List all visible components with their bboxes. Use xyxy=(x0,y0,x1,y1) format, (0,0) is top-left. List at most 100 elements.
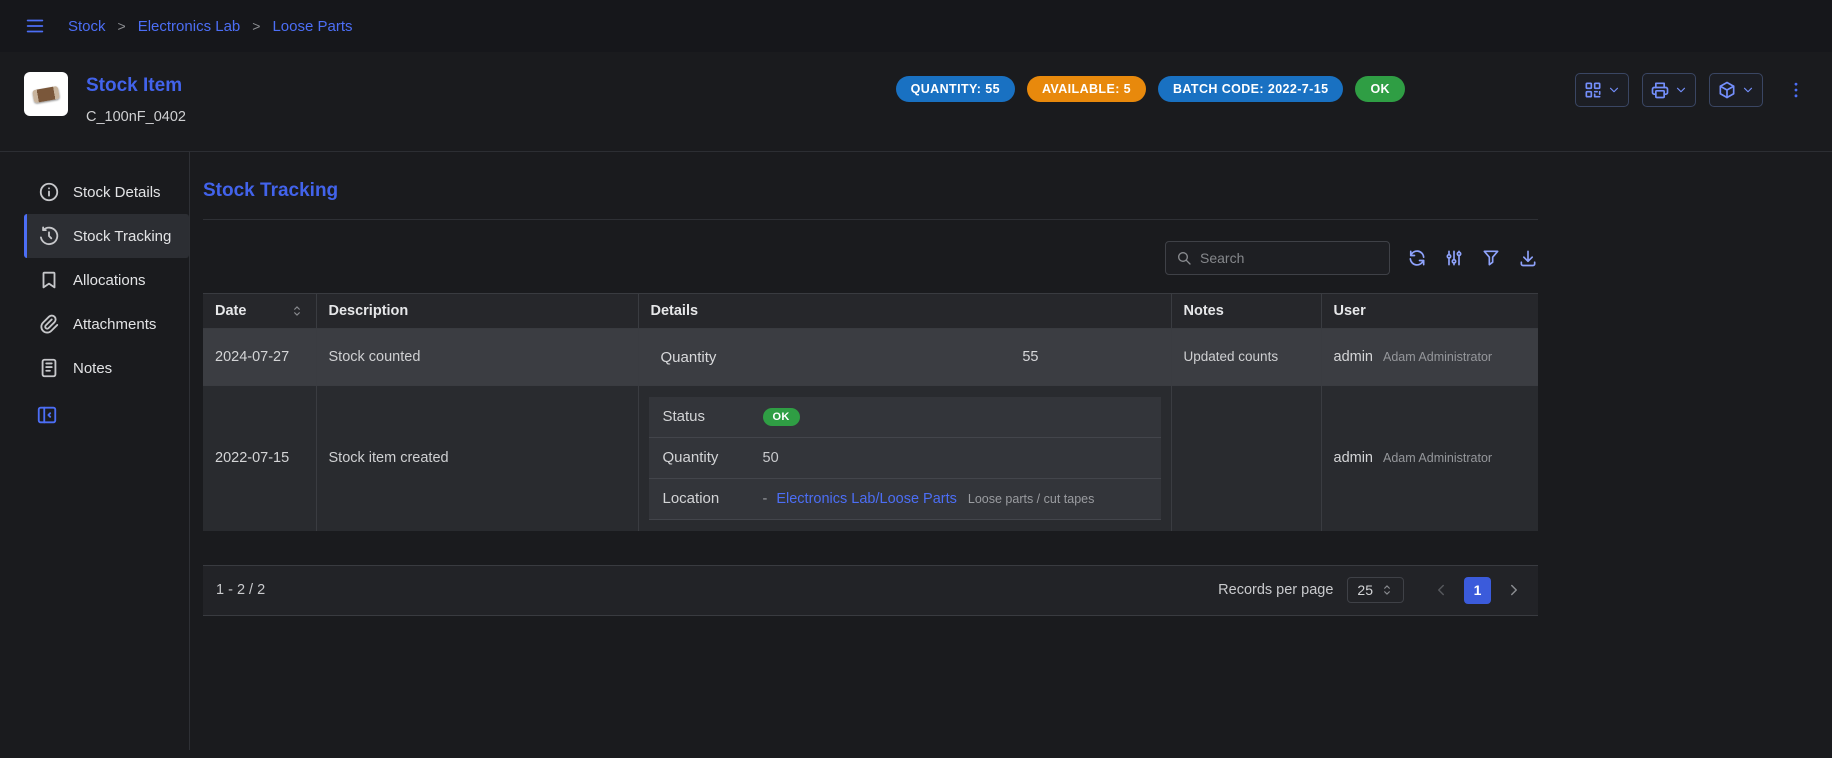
status-ok-badge: OK xyxy=(1355,76,1405,102)
user-full-name: Adam Administrator xyxy=(1383,350,1492,364)
topbar: Stock > Electronics Lab > Loose Parts xyxy=(0,0,1832,52)
content: Stock Details Stock Tracking Allocations… xyxy=(0,152,1832,750)
column-header-date[interactable]: Date xyxy=(203,294,316,329)
stock-operations-button[interactable] xyxy=(1709,73,1763,107)
chevron-down-icon xyxy=(1607,83,1621,97)
main-panel: Stock Tracking xyxy=(203,152,1538,750)
adjustments-icon xyxy=(1444,248,1464,268)
records-per-page-value: 25 xyxy=(1357,582,1373,598)
sidebar-item-allocations[interactable]: Allocations xyxy=(24,258,189,302)
download-button[interactable] xyxy=(1518,248,1538,268)
page-header: Stock Item C_100nF_0402 QUANTITY: 55 AVA… xyxy=(0,52,1832,151)
available-badge: AVAILABLE: 5 xyxy=(1027,76,1146,102)
menu-button[interactable] xyxy=(22,13,48,39)
breadcrumb-separator: > xyxy=(118,18,126,34)
status-ok-badge: OK xyxy=(763,408,800,426)
printing-actions-button[interactable] xyxy=(1642,73,1696,107)
chevron-left-icon xyxy=(1432,581,1450,599)
breadcrumb-electronics-lab[interactable]: Electronics Lab xyxy=(138,18,241,35)
record-range: 1 - 2 / 2 xyxy=(216,582,265,598)
page-1-button[interactable]: 1 xyxy=(1464,577,1491,604)
sidebar-item-stock-tracking[interactable]: Stock Tracking xyxy=(24,214,189,258)
chevron-right-icon xyxy=(1505,581,1523,599)
detail-value: 50 xyxy=(763,450,779,466)
breadcrumb: Stock > Electronics Lab > Loose Parts xyxy=(68,18,353,35)
breadcrumb-stock[interactable]: Stock xyxy=(68,18,106,35)
info-icon xyxy=(38,181,60,203)
user-full-name: Adam Administrator xyxy=(1383,451,1492,465)
refresh-button[interactable] xyxy=(1407,248,1427,268)
page-subtitle: C_100nF_0402 xyxy=(86,109,186,125)
breadcrumb-separator: > xyxy=(252,18,260,34)
status-badges: QUANTITY: 55 AVAILABLE: 5 BATCH CODE: 20… xyxy=(896,72,1405,102)
download-icon xyxy=(1518,248,1538,268)
printer-icon xyxy=(1650,80,1670,100)
column-header-description: Description xyxy=(316,294,638,329)
table-settings-button[interactable] xyxy=(1444,248,1464,268)
sidebar-collapse-icon xyxy=(36,404,58,426)
paperclip-icon xyxy=(38,313,60,335)
bookmark-icon xyxy=(38,269,60,291)
title-block: Stock Item C_100nF_0402 xyxy=(86,72,186,125)
detail-label: Location xyxy=(663,490,763,507)
sidebar-item-label: Notes xyxy=(73,360,112,377)
chevron-down-icon xyxy=(1674,83,1688,97)
next-page-button[interactable] xyxy=(1503,579,1525,601)
sidebar: Stock Details Stock Tracking Allocations… xyxy=(24,152,189,750)
row-user: admin Adam Administrator xyxy=(1334,349,1527,365)
sidebar-collapse-button[interactable] xyxy=(24,395,189,435)
section-divider xyxy=(203,219,1538,220)
table-row[interactable]: 2022-07-15 Stock item created Status OK … xyxy=(203,386,1538,531)
footer-controls: Records per page 25 1 xyxy=(1218,577,1525,604)
section-title: Stock Tracking xyxy=(203,180,1538,202)
detail-label: Quantity xyxy=(661,349,717,366)
batch-code-badge: BATCH CODE: 2022-7-15 xyxy=(1158,76,1343,102)
table-footer: 1 - 2 / 2 Records per page 25 1 xyxy=(203,565,1538,615)
sidebar-item-label: Stock Tracking xyxy=(73,228,171,245)
detail-location: Location - Electronics Lab/Loose Parts L… xyxy=(649,479,1161,520)
stock-operations-icon xyxy=(1717,80,1737,100)
detail-quantity: Quantity 50 xyxy=(649,438,1161,479)
previous-page-button[interactable] xyxy=(1430,579,1452,601)
column-header-user: User xyxy=(1321,294,1538,329)
pagination: 1 xyxy=(1430,577,1525,604)
header-actions xyxy=(1575,72,1808,107)
filter-button[interactable] xyxy=(1481,248,1501,268)
row-notes: Updated counts xyxy=(1184,349,1279,364)
column-header-notes: Notes xyxy=(1171,294,1321,329)
table-header-row: Date Description Details Notes User xyxy=(203,294,1538,329)
sidebar-item-notes[interactable]: Notes xyxy=(24,346,189,390)
location-link[interactable]: Electronics Lab/Loose Parts xyxy=(776,491,957,507)
quantity-badge: QUANTITY: 55 xyxy=(896,76,1015,102)
sort-icon xyxy=(290,304,304,318)
detail-quantity: Quantity 55 xyxy=(651,349,1159,366)
app: Stock > Electronics Lab > Loose Parts St… xyxy=(0,0,1832,750)
table-row[interactable]: 2024-07-27 Stock counted Quantity 55 Upd… xyxy=(203,329,1538,386)
search-icon xyxy=(1176,250,1192,266)
sidebar-item-label: Attachments xyxy=(73,316,156,333)
detail-label: Quantity xyxy=(663,449,763,466)
username: admin xyxy=(1334,349,1374,365)
history-icon xyxy=(38,225,60,247)
sidebar-item-label: Stock Details xyxy=(73,184,161,201)
page-title: Stock Item xyxy=(86,75,186,97)
sidebar-divider xyxy=(189,152,190,750)
dots-vertical-icon xyxy=(1786,80,1806,100)
hamburger-menu-icon xyxy=(24,15,46,37)
row-date: 2024-07-27 xyxy=(215,349,289,365)
detail-label: Status xyxy=(663,408,763,425)
more-actions-button[interactable] xyxy=(1784,78,1808,102)
column-header-details: Details xyxy=(638,294,1171,329)
breadcrumb-loose-parts[interactable]: Loose Parts xyxy=(272,18,352,35)
table-toolbar xyxy=(203,241,1538,275)
records-per-page-label: Records per page xyxy=(1218,582,1333,598)
sidebar-item-stock-details[interactable]: Stock Details xyxy=(24,170,189,214)
detail-status: Status OK xyxy=(649,397,1161,438)
barcode-actions-button[interactable] xyxy=(1575,73,1629,107)
stock-item-thumbnail[interactable] xyxy=(24,72,68,116)
search-input[interactable] xyxy=(1200,250,1381,266)
records-per-page-select[interactable]: 25 xyxy=(1347,577,1404,603)
note-icon xyxy=(38,357,60,379)
sidebar-item-attachments[interactable]: Attachments xyxy=(24,302,189,346)
filter-icon xyxy=(1481,248,1501,268)
